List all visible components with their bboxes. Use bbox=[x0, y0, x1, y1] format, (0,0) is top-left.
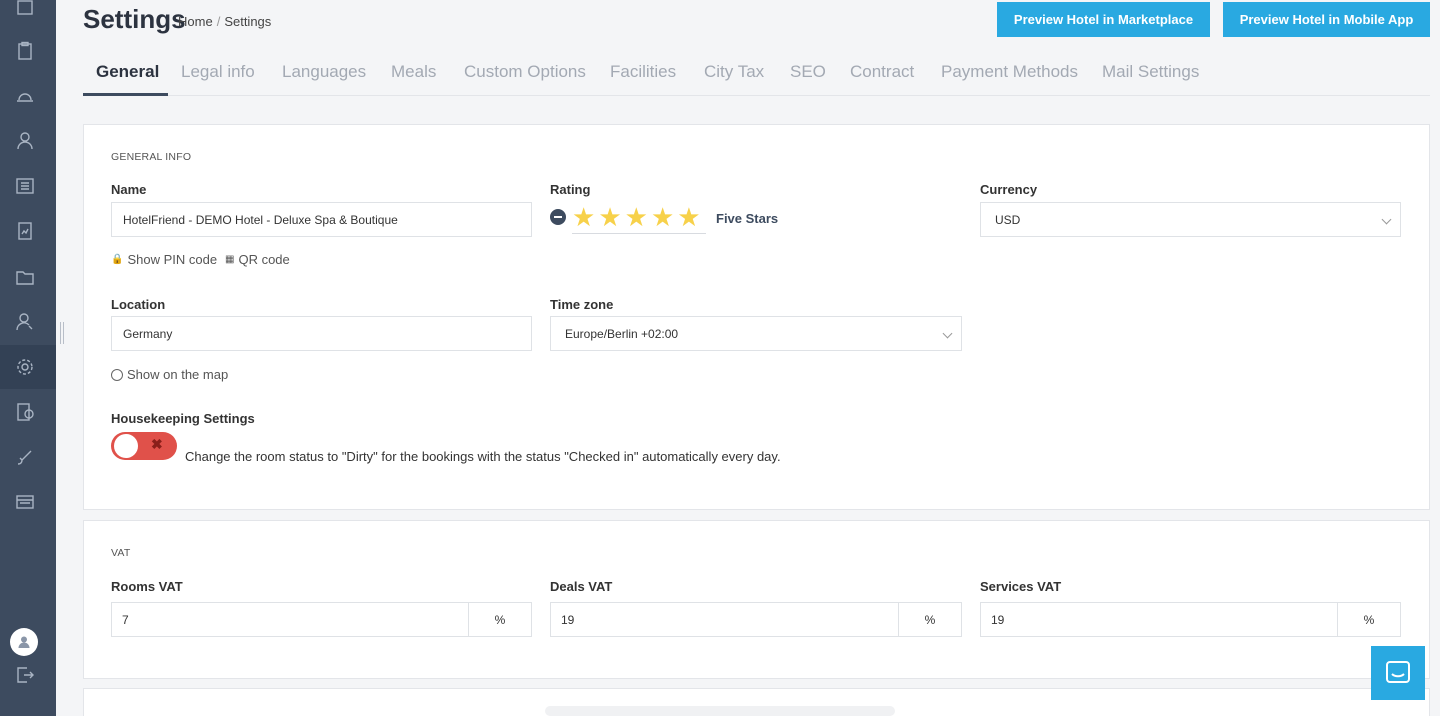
currency-value: USD bbox=[995, 212, 1021, 227]
folder-icon[interactable] bbox=[14, 266, 36, 288]
deals-vat-group: 19 % bbox=[550, 602, 962, 637]
avatar[interactable] bbox=[10, 628, 38, 656]
clipboard-icon[interactable] bbox=[14, 40, 36, 62]
chat-button[interactable] bbox=[1371, 646, 1425, 700]
tab-city-tax[interactable]: City Tax bbox=[704, 62, 764, 82]
services-vat-group: 19 % bbox=[980, 602, 1401, 637]
rooms-vat-label: Rooms VAT bbox=[111, 579, 183, 594]
star-icon[interactable]: ★ bbox=[677, 204, 700, 230]
timezone-value: Europe/Berlin +02:00 bbox=[565, 326, 679, 341]
rating-stars[interactable]: ★ ★ ★ ★ ★ bbox=[572, 200, 706, 234]
rating-label: Rating bbox=[550, 182, 591, 197]
user-icon[interactable] bbox=[14, 130, 36, 152]
currency-label: Currency bbox=[980, 182, 1038, 197]
rooms-icon[interactable] bbox=[14, 175, 36, 197]
show-on-map-label: Show on the map bbox=[127, 367, 229, 382]
percent-suffix: % bbox=[468, 603, 531, 636]
staff-icon[interactable] bbox=[14, 311, 36, 333]
deals-vat-input[interactable]: 19 bbox=[551, 603, 899, 636]
tab-custom-options[interactable]: Custom Options bbox=[464, 62, 586, 82]
tab-legal-info[interactable]: Legal info bbox=[181, 62, 255, 82]
active-tab-indicator bbox=[83, 93, 168, 96]
name-input[interactable]: HotelFriend - DEMO Hotel - Deluxe Spa & … bbox=[111, 202, 532, 237]
tab-meals[interactable]: Meals bbox=[391, 62, 436, 82]
percent-suffix: % bbox=[898, 603, 961, 636]
tab-mail-settings[interactable]: Mail Settings bbox=[1102, 62, 1199, 82]
qr-code-label: QR code bbox=[238, 252, 290, 267]
sidebar bbox=[0, 0, 56, 716]
percent-suffix: % bbox=[1337, 603, 1400, 636]
settings-tabs: General Legal info Languages Meals Custo… bbox=[83, 54, 1430, 96]
section-vat: VAT bbox=[111, 547, 131, 559]
tab-general[interactable]: General bbox=[96, 62, 159, 82]
qr-icon: ▦ bbox=[225, 254, 235, 265]
rating-decrease-button[interactable] bbox=[550, 209, 566, 225]
services-vat-label: Services VAT bbox=[980, 579, 1062, 594]
close-icon: ✖ bbox=[151, 436, 163, 452]
housekeeping-toggle[interactable]: ✖ bbox=[111, 432, 177, 460]
breadcrumb-settings[interactable]: Settings bbox=[224, 14, 271, 29]
section-general-info: GENERAL INFO bbox=[111, 151, 192, 163]
show-pin-link[interactable]: 🔒 Show PIN code bbox=[111, 252, 217, 267]
calendar-icon[interactable] bbox=[14, 0, 36, 18]
tab-payment-methods[interactable]: Payment Methods bbox=[941, 62, 1078, 82]
browser-icon[interactable] bbox=[14, 491, 36, 513]
chat-icon bbox=[1386, 661, 1410, 683]
vat-card bbox=[83, 520, 1430, 679]
rooms-vat-input[interactable]: 7 bbox=[112, 603, 469, 636]
gear-icon[interactable] bbox=[14, 356, 36, 378]
star-icon[interactable]: ★ bbox=[572, 204, 595, 230]
tab-seo[interactable]: SEO bbox=[790, 62, 826, 82]
qr-code-link[interactable]: ▦ QR code bbox=[225, 252, 290, 267]
timezone-select[interactable]: Europe/Berlin +02:00 bbox=[550, 316, 962, 351]
sidebar-resize-handle[interactable] bbox=[60, 322, 64, 344]
timezone-label: Time zone bbox=[550, 297, 614, 312]
cloche-icon[interactable] bbox=[14, 85, 36, 107]
star-icon[interactable]: ★ bbox=[651, 204, 674, 230]
document-settings-icon[interactable] bbox=[14, 401, 36, 423]
map-pin-icon bbox=[111, 368, 123, 381]
tab-contract[interactable]: Contract bbox=[850, 62, 914, 82]
location-input[interactable]: Germany bbox=[111, 316, 532, 351]
chevron-down-icon bbox=[1381, 214, 1392, 225]
lock-icon: 🔒 bbox=[111, 254, 124, 265]
currency-select[interactable]: USD bbox=[980, 202, 1401, 237]
breadcrumb-home[interactable]: Home bbox=[178, 14, 213, 29]
breadcrumb: Home / Settings bbox=[178, 14, 272, 29]
scroll-shadow bbox=[545, 706, 895, 716]
toggle-knob bbox=[114, 434, 138, 458]
report-icon[interactable] bbox=[14, 220, 36, 242]
deals-vat-label: Deals VAT bbox=[550, 579, 613, 594]
name-label: Name bbox=[111, 182, 147, 197]
rating-text: Five Stars bbox=[716, 211, 779, 226]
page-title: Settings bbox=[83, 4, 186, 34]
show-pin-label: Show PIN code bbox=[127, 252, 218, 267]
housekeeping-label: Housekeeping Settings bbox=[111, 411, 255, 426]
star-icon[interactable]: ★ bbox=[625, 204, 648, 230]
star-icon[interactable]: ★ bbox=[598, 204, 621, 230]
logout-icon[interactable] bbox=[14, 664, 36, 686]
tab-facilities[interactable]: Facilities bbox=[610, 62, 676, 82]
housekeeping-description: Change the room status to "Dirty" for th… bbox=[185, 449, 781, 464]
brush-icon[interactable] bbox=[14, 446, 36, 468]
chevron-down-icon bbox=[942, 328, 953, 339]
location-label: Location bbox=[111, 297, 166, 312]
preview-mobile-app-button[interactable]: Preview Hotel in Mobile App bbox=[1223, 2, 1430, 37]
services-vat-input[interactable]: 19 bbox=[981, 603, 1338, 636]
preview-marketplace-button[interactable]: Preview Hotel in Marketplace bbox=[997, 2, 1210, 37]
show-on-map-link[interactable]: Show on the map bbox=[111, 367, 228, 382]
rooms-vat-group: 7 % bbox=[111, 602, 532, 637]
tab-languages[interactable]: Languages bbox=[282, 62, 366, 82]
